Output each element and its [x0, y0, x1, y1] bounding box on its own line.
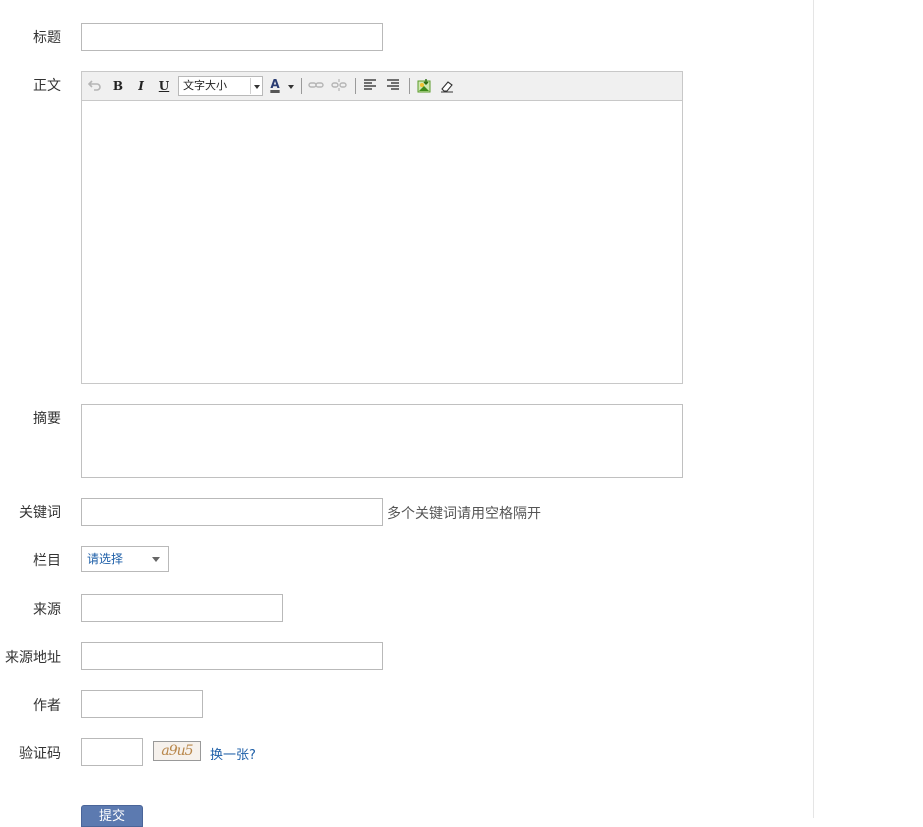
author-label: 作者	[33, 698, 61, 714]
keywords-input[interactable]	[81, 498, 383, 526]
align-left-icon[interactable]	[362, 78, 378, 94]
source-url-input[interactable]	[81, 642, 383, 670]
source-url-label: 来源地址	[5, 650, 61, 666]
font-size-placeholder: 文字大小	[183, 79, 227, 92]
captcha-input[interactable]	[81, 738, 143, 766]
source-input[interactable]	[81, 594, 283, 622]
title-label: 标题	[33, 30, 61, 46]
text-color-button[interactable]: A	[268, 76, 282, 92]
align-right-icon[interactable]	[385, 78, 401, 94]
toolbar-separator	[355, 78, 356, 94]
body-label: 正文	[33, 78, 61, 94]
captcha-label: 验证码	[19, 746, 61, 762]
keywords-hint: 多个关键词请用空格隔开	[387, 506, 541, 522]
source-label: 来源	[33, 602, 61, 618]
keywords-label: 关键词	[19, 505, 61, 521]
category-label: 栏目	[33, 553, 61, 569]
font-size-divider	[250, 78, 251, 94]
body-editor-area[interactable]	[82, 101, 682, 383]
author-input[interactable]	[81, 690, 203, 718]
undo-icon[interactable]	[87, 78, 103, 94]
summary-textarea[interactable]	[81, 404, 683, 478]
submit-button[interactable]: 提交	[81, 805, 143, 827]
link-icon[interactable]	[308, 78, 324, 94]
toolbar-separator	[301, 78, 302, 94]
summary-label: 摘要	[33, 411, 61, 427]
page-divider	[813, 0, 814, 818]
category-select[interactable]: 请选择	[81, 546, 169, 572]
unlink-icon[interactable]	[331, 78, 347, 94]
captcha-image[interactable]: a9u5	[153, 741, 201, 761]
underline-button[interactable]: U	[156, 78, 172, 94]
bold-button[interactable]: B	[110, 78, 126, 94]
chevron-down-icon	[254, 85, 260, 89]
chevron-down-icon	[152, 557, 160, 562]
toolbar-separator	[409, 78, 410, 94]
italic-button[interactable]: I	[133, 78, 149, 94]
category-selected-value: 请选择	[87, 552, 124, 566]
eraser-icon[interactable]	[439, 78, 455, 94]
body-editor: B I U 文字大小 A	[81, 71, 683, 384]
title-input[interactable]	[81, 23, 383, 51]
insert-image-icon[interactable]	[416, 78, 432, 94]
captcha-refresh-link[interactable]: 换一张?	[210, 744, 256, 763]
editor-toolbar: B I U 文字大小 A	[82, 72, 682, 101]
chevron-down-icon[interactable]	[288, 85, 294, 89]
font-size-select[interactable]: 文字大小	[178, 76, 263, 96]
